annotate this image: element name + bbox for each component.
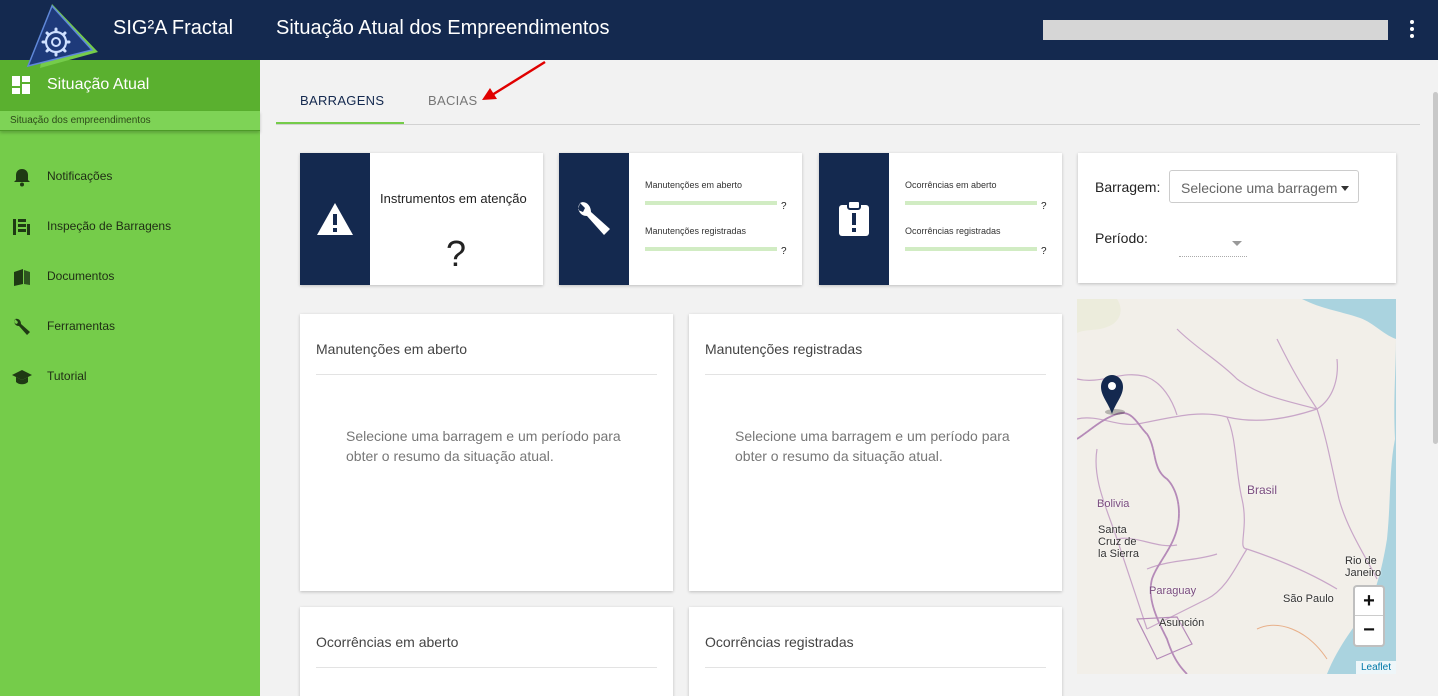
sidebar-item-documentos[interactable]: Documentos [0, 257, 260, 297]
page-scrollbar[interactable] [1433, 92, 1438, 444]
panel-title: Manutenções registradas [705, 341, 863, 357]
manutencoes-aberto-value: ? [781, 201, 787, 212]
panel-empty-message: Selecione uma barragem e um período para… [346, 428, 621, 464]
ocorrencias-registradas-bar [905, 247, 1037, 251]
map-label-bolivia: Bolivia [1097, 498, 1130, 510]
map-label-santa-cruz: Santa Cruz de la Sierra [1098, 524, 1139, 560]
sidebar-item-label: Situação Atual [47, 76, 150, 93]
zoom-out-button[interactable]: − [1355, 616, 1383, 645]
page-title: Situação Atual dos Empreendimentos [276, 17, 610, 39]
panel-divider [705, 374, 1046, 375]
ocorrencias-aberto-label: Ocorrências em aberto [905, 180, 997, 190]
sidebar-item-ferramentas[interactable]: Ferramentas [0, 307, 260, 347]
ocorrencias-registradas-label: Ocorrências registradas [905, 226, 1001, 236]
map-label-asuncion: Asunción [1159, 617, 1205, 629]
panel-title: Ocorrências registradas [705, 634, 854, 650]
barragem-select[interactable]: Selecione uma barragem [1169, 170, 1359, 203]
panel-divider [705, 667, 1046, 668]
leaflet-attribution-link[interactable]: Leaflet [1355, 661, 1396, 674]
periodo-label: Período: [1095, 230, 1148, 246]
sidebar: Situação Atual Situação dos empreendimen… [0, 60, 260, 696]
map[interactable]: Bolivia Brasil Santa Cruz de la Sierra R… [1077, 299, 1396, 674]
panel-title: Manutenções em aberto [316, 341, 467, 357]
instrumentos-title: Instrumentos em atenção [380, 191, 527, 206]
manutencoes-aberto-bar [645, 201, 777, 205]
sidebar-subtitle-text: Situação dos empreendimentos [10, 115, 151, 126]
manutencoes-registradas-value: ? [781, 246, 787, 257]
barragem-label: Barragem: [1095, 179, 1161, 195]
graduation-cap-icon [12, 370, 32, 385]
caret-down-icon [1232, 241, 1242, 246]
ocorrencias-aberto-value: ? [1041, 201, 1047, 212]
manutencoes-aberto-label: Manutenções em aberto [645, 180, 743, 190]
wrench-icon [14, 318, 30, 335]
ocorrencias-card: Ocorrências em aberto ? Ocorrências regi… [819, 153, 1062, 285]
panel-divider [316, 374, 657, 375]
documents-icon [14, 269, 30, 286]
map-label-sao-paulo: São Paulo [1283, 593, 1334, 605]
manutencoes-card: Manutenções em aberto ? Manutenções regi… [559, 153, 802, 285]
panel-divider [316, 667, 657, 668]
ocorrencias-registradas-panel: Ocorrências registradas [689, 607, 1062, 696]
warning-icon [317, 203, 353, 235]
sidebar-item-label: Documentos [47, 269, 115, 283]
inspection-icon [13, 219, 30, 235]
tab-barragens[interactable]: BARRAGENS [300, 93, 384, 108]
dashboard-icon [12, 76, 30, 94]
app-name: SIG²A Fractal [113, 17, 234, 39]
filter-panel: Barragem: Selecione uma barragem Período… [1078, 153, 1396, 283]
instrumentos-value: ? [446, 233, 467, 274]
map-label-brasil: Brasil [1247, 483, 1278, 497]
manutencoes-registradas-label: Manutenções registradas [645, 226, 747, 236]
caret-down-icon [1341, 186, 1349, 191]
bell-icon [14, 169, 30, 187]
map-marker-icon[interactable] [1099, 374, 1125, 416]
manutencoes-registradas-bar [645, 247, 777, 251]
wrench-icon [578, 202, 610, 235]
sidebar-item-inspecao[interactable]: Inspeção de Barragens [0, 207, 260, 247]
ocorrencias-aberto-bar [905, 201, 1037, 205]
barragem-select-value: Selecione uma barragem [1181, 180, 1338, 196]
app-logo[interactable] [22, 2, 100, 70]
manutencoes-aberto-panel: Manutenções em aberto Selecione uma barr… [300, 314, 673, 591]
sidebar-item-tutorial[interactable]: Tutorial [0, 357, 260, 397]
ocorrencias-aberto-panel: Ocorrências em aberto [300, 607, 673, 696]
sidebar-subtitle: Situação dos empreendimentos [0, 111, 260, 131]
more-options-icon[interactable] [1398, 14, 1426, 44]
clipboard-alert-icon [839, 201, 869, 236]
periodo-select[interactable] [1179, 237, 1247, 257]
sidebar-item-notificacoes[interactable]: Notificações [0, 157, 260, 197]
manutencoes-registradas-panel: Manutenções registradas Selecione uma ba… [689, 314, 1062, 591]
manutencoes-card-side [559, 153, 629, 285]
sidebar-item-label: Tutorial [47, 369, 87, 383]
ocorrencias-card-side [819, 153, 889, 285]
zoom-in-button[interactable]: + [1355, 587, 1383, 616]
instrumentos-card-side [300, 153, 370, 285]
map-zoom-control: + − [1353, 585, 1385, 647]
map-tiles [1077, 299, 1396, 674]
instrumentos-card: Instrumentos em atenção ? [300, 153, 543, 285]
top-app-bar: SIG²A Fractal Situação Atual dos Empreen… [0, 0, 1438, 60]
sidebar-item-label: Inspeção de Barragens [47, 219, 172, 233]
tab-bacias[interactable]: BACIAS [428, 93, 477, 108]
panel-empty-message: Selecione uma barragem e um período para… [735, 428, 1010, 464]
red-arrow-annotation [482, 60, 546, 100]
map-label-rio: Rio de Janeiro [1345, 555, 1382, 579]
sidebar-item-label: Ferramentas [47, 319, 116, 333]
sidebar-item-label: Notificações [47, 169, 113, 183]
tabs-divider [276, 124, 1420, 125]
map-label-paraguay: Paraguay [1149, 585, 1197, 597]
user-info-redacted [1043, 20, 1388, 40]
panel-title: Ocorrências em aberto [316, 634, 459, 650]
ocorrencias-registradas-value: ? [1041, 246, 1047, 257]
